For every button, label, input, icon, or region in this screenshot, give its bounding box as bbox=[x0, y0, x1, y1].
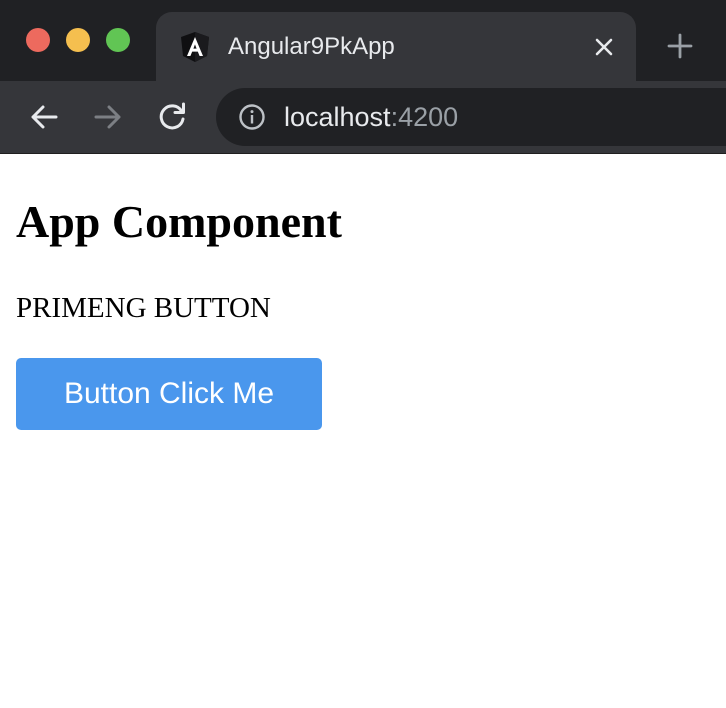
page-content: App Component PRIMENG BUTTON Button Clic… bbox=[0, 154, 726, 708]
forward-arrow-icon[interactable] bbox=[90, 99, 126, 135]
window-maximize-button[interactable] bbox=[106, 28, 130, 52]
section-label: PRIMENG BUTTON bbox=[16, 292, 271, 324]
url-text: localhost:4200 bbox=[284, 88, 458, 146]
tab-title: Angular9PkApp bbox=[228, 33, 395, 60]
info-icon[interactable] bbox=[238, 103, 266, 131]
browser-tab-strip: Angular9PkApp bbox=[0, 0, 726, 81]
primeng-button[interactable]: Button Click Me bbox=[16, 358, 322, 430]
window-minimize-button[interactable] bbox=[66, 28, 90, 52]
plus-icon[interactable] bbox=[664, 30, 696, 62]
address-bar[interactable]: localhost:4200 bbox=[216, 88, 726, 146]
url-host: localhost bbox=[284, 102, 391, 132]
close-icon[interactable] bbox=[590, 33, 618, 61]
window-close-button[interactable] bbox=[26, 28, 50, 52]
angular-icon bbox=[181, 32, 209, 62]
page-title: App Component bbox=[16, 196, 342, 247]
browser-tab-active[interactable]: Angular9PkApp bbox=[156, 12, 636, 81]
browser-toolbar: localhost:4200 bbox=[0, 81, 726, 154]
reload-icon[interactable] bbox=[154, 99, 190, 135]
back-arrow-icon[interactable] bbox=[26, 99, 62, 135]
url-port: :4200 bbox=[390, 102, 459, 132]
